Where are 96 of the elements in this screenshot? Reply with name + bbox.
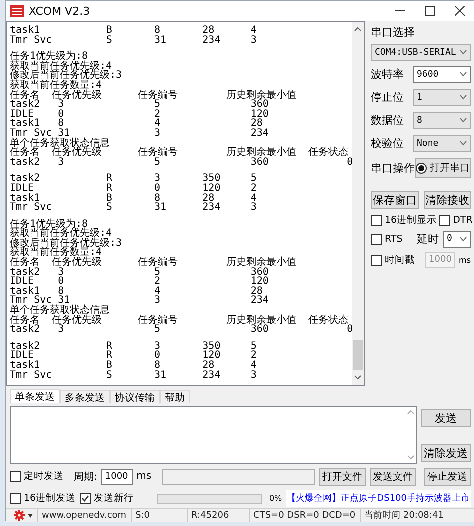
checkbox[interactable] [10,493,21,504]
tab[interactable]: 协议传输 [110,390,160,403]
checkbox[interactable] [80,493,92,504]
dtr-checkbox-label[interactable]: DTR [453,214,473,226]
log-line: task2 R 3 350 5 [10,174,257,184]
progress-reading: 0% [269,494,282,503]
timestamp-checkbox-label[interactable]: 时间戳 [385,254,415,266]
caret-icon [460,50,467,55]
log-line: task2 R 3 350 5 [10,342,257,352]
log-line: 任务名 任务优先级 任务编号 历史剩余最小值 任务状态 [10,316,348,326]
log-line: 修改后当前任务优先级:3 [10,71,122,81]
log-line: 任务名 任务优先级 任务编号 历史剩余最小值 [10,90,296,100]
log-line: Tmr Svc S 31 234 3 [10,370,257,380]
app-logo-icon [10,5,24,17]
window-title: XCOM V2.3 [29,4,92,18]
tab[interactable]: 帮助 [160,390,190,403]
clear-send-button[interactable]: 清除发送 [421,444,471,462]
sent-count: S:0 [132,509,188,522]
checkbox[interactable] [439,214,450,226]
log-line: task1 8 4 28 [10,286,263,296]
caret-icon [460,72,467,77]
log-line: IDLE R 0 120 2 [10,184,257,194]
check-icon [81,494,90,503]
log-line: IDLE 0 2 120 [10,277,269,287]
checkbox[interactable] [371,234,382,244]
caret-icon [460,141,467,146]
log-line: 单个任务获取状态信息 [10,306,110,316]
log-line: 任务1优先级为:8 [10,52,88,62]
received-count: R:45206 [188,509,250,522]
port-dropdown[interactable]: COM4:USB-SERIAL [371,44,471,61]
caret-icon [460,118,467,123]
setting-label: 校验位 [371,136,404,151]
open-port-button[interactable]: 打开串口 [415,158,471,178]
log-line: 获取当前任务优先级:4 [10,229,112,239]
send-text-area[interactable] [10,406,417,464]
log-line: task1 B 8 28 4 [10,26,257,36]
log-line: Tmr Svc 31 3 234 [10,128,269,139]
checkbox[interactable] [10,471,21,482]
caret-icon[interactable] [28,514,33,518]
tab[interactable]: 多条发送 [60,390,110,403]
period-field[interactable]: 1000 [101,468,133,484]
close-icon[interactable] [455,6,465,16]
tab[interactable]: 单条发送 [10,389,60,403]
period-label: 周期: [74,470,98,484]
delay-dropdown[interactable]: 0 [443,230,471,248]
log-line: task1 B 8 28 4 [10,361,257,371]
operation-label: 串口操作 [371,160,415,176]
timed-send-checkbox-label[interactable]: 定时发送 [24,470,64,483]
caret-icon [460,236,467,242]
save-window-button[interactable]: 保存窗口 [371,191,418,209]
log-line: 获取当前任务优先级:4 [10,62,112,72]
log-line: 单个任务获取状态信息 [10,138,110,148]
setting-label: 数据位 [371,113,404,128]
hex-send-checkbox-label[interactable]: 16进制发送 [24,492,76,505]
send-file-button[interactable]: 发送文件 [370,468,416,486]
log-line: Tmr Svc S 31 234 3 [10,36,257,46]
log-line: task2 3 5 360 [10,100,269,110]
hex-display-checkbox-label[interactable]: 16进制显示 [385,214,438,226]
unit-label: ms [136,471,152,482]
website-label: www.openedv.com [38,509,132,522]
caret-icon [460,95,467,100]
log-line: IDLE 0 2 120 [10,110,269,120]
log-line: IDLE R 0 120 2 [10,351,257,361]
log-line: 任务名 任务优先级 任务编号 历史剩余最小值 任务状态 [10,148,348,158]
maximize-icon[interactable] [425,6,435,16]
setting-dropdown[interactable]: None [413,135,471,152]
setting-label: 停止位 [371,90,404,105]
port-label: 串口选择 [371,25,416,40]
checkbox[interactable] [371,254,382,266]
log-line: task1 8 4 28 [10,119,263,129]
unit-label: ms [459,256,471,264]
log-line: 任务名 任务优先级 任务编号 历史剩余最小值 [10,258,296,268]
setting-dropdown[interactable]: 1 [413,89,471,106]
setting-label: 波特率 [371,67,404,82]
log-line: 获取当前任务数量:4 [10,80,102,91]
line-status: CTS=0 DSR=0 DCD=0 [250,509,361,522]
gear-icon[interactable] [14,510,25,521]
log-line: 修改后当前任务优先级:3 [10,238,122,248]
checkbox[interactable] [371,214,382,226]
send-button[interactable]: 发送 [421,409,471,427]
scrollbar[interactable] [352,22,364,385]
radio-icon [416,162,427,174]
rts-checkbox-label[interactable]: RTS [385,234,403,244]
setting-dropdown[interactable]: 8 [413,112,471,129]
log-line: task1 B 8 28 4 [10,194,257,204]
stop-send-button[interactable]: 停止发送 [424,468,472,486]
clear-receive-button[interactable]: 清除接收 [424,191,471,209]
setting-dropdown[interactable]: 9600 [413,66,471,83]
log-line: Tmr Svc S 31 234 3 [10,203,257,213]
log-line: task2 3 5 360 [10,268,269,278]
newline-checkbox-label[interactable]: 发送新行 [94,492,134,505]
ad-link[interactable]: 【火爆全网】正点原子DS100手持示波器上市 [286,490,471,507]
open-file-button[interactable]: 打开文件 [319,468,366,486]
file-path-field[interactable] [162,468,316,484]
time-label: 当前时间 20:08:41 [364,510,445,522]
delay-label: 延时 [417,232,439,246]
